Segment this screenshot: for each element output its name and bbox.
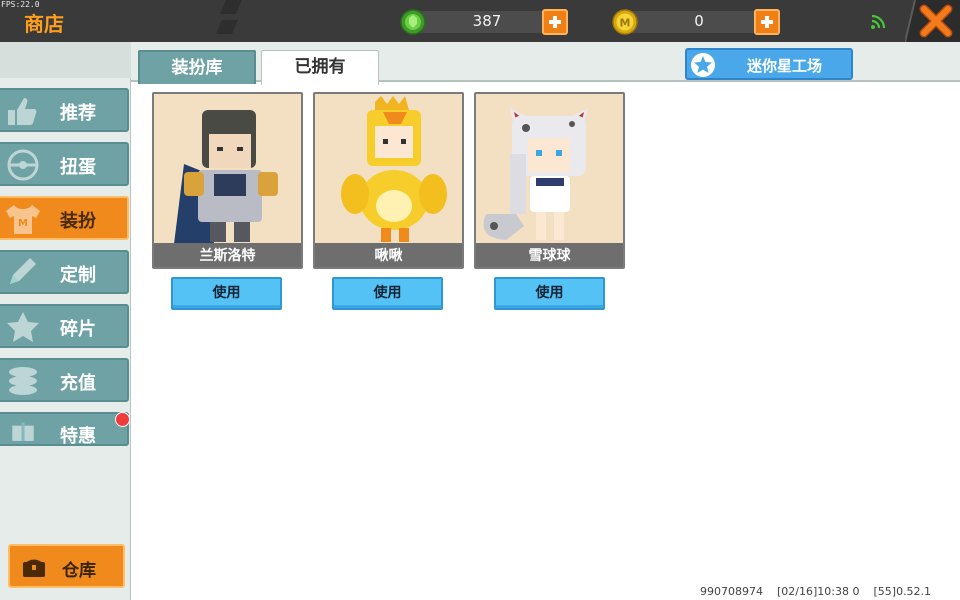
skin-card-jiujiu[interactable]: 啾啾: [313, 92, 464, 269]
fragment-icon: [7, 312, 39, 342]
sidebar-item-label: 充值: [60, 373, 96, 394]
close-icon[interactable]: [918, 3, 954, 39]
mini-bean-count: 387: [472, 12, 502, 30]
use-button-snowball[interactable]: 使用: [494, 277, 605, 310]
tab-outfit-library[interactable]: 装扮库: [138, 50, 256, 84]
skin-name: 雪球球: [528, 248, 571, 264]
knight-character-image: [154, 94, 301, 244]
sidebar-item-label: 特惠: [60, 426, 96, 447]
capsule-icon: [7, 149, 39, 181]
sidebar-item-label: 装扮: [60, 211, 96, 232]
snow-leopard-character-image: [476, 94, 623, 244]
chick-character-image: [315, 94, 462, 244]
mini-workshop-label: 迷你星工场: [747, 57, 823, 75]
add-mini-coin-button[interactable]: [754, 9, 780, 35]
tab-owned[interactable]: 已拥有: [261, 50, 379, 85]
skin-name: 兰斯洛特: [199, 248, 256, 264]
green-gem-icon: [400, 9, 426, 35]
sidebar-item-custom[interactable]: 定制: [0, 250, 129, 294]
mini-bean-balance: 387: [400, 9, 572, 35]
skin-card-lancelot[interactable]: 兰斯洛特: [152, 92, 303, 269]
status-bar: 990708974 [02/16]10:38 0 [55]0.52.1: [700, 585, 931, 598]
use-button-jiujiu[interactable]: 使用: [332, 277, 443, 310]
mini-workshop-button[interactable]: 迷你星工场: [685, 48, 853, 80]
sidebar-item-gacha[interactable]: 扭蛋: [0, 142, 129, 186]
svg-text:M: M: [18, 218, 28, 229]
use-button-lancelot[interactable]: 使用: [171, 277, 282, 310]
sidebar-item-outfit[interactable]: M 装扮: [0, 196, 129, 240]
sidebar-item-recommend[interactable]: 推荐: [0, 88, 129, 132]
add-mini-bean-button[interactable]: [542, 9, 568, 35]
sidebar-item-recharge[interactable]: 充值: [0, 358, 129, 402]
version: [55]0.52.1: [873, 585, 932, 598]
notification-badge: [115, 412, 130, 427]
wifi-icon: [871, 14, 886, 29]
coins-icon: [9, 367, 37, 395]
sidebar-item-label: 扭蛋: [60, 157, 96, 178]
pencil-icon: [10, 258, 36, 284]
warehouse-label: 仓库: [62, 561, 96, 581]
shirt-icon: M: [6, 205, 40, 234]
thumbs-up-icon: [8, 98, 37, 125]
svg-text:M: M: [620, 17, 631, 30]
user-id: 990708974: [700, 585, 763, 598]
top-bar: FPS:22.0 商店 387 M 0: [0, 0, 960, 42]
skin-card-snowball[interactable]: 雪球球: [474, 92, 625, 269]
gold-coin-icon: M: [612, 9, 638, 35]
sidebar-item-label: 碎片: [60, 319, 96, 340]
sidebar-item-label: 定制: [60, 265, 96, 286]
mini-coin-balance: M 0: [612, 9, 784, 35]
gift-icon: [12, 422, 34, 441]
star-icon: [691, 53, 715, 77]
sidebar-item-fragments[interactable]: 碎片: [0, 304, 129, 348]
sidebar-item-label: 推荐: [60, 103, 96, 124]
mini-coin-count: 0: [694, 12, 704, 30]
timestamp: [02/16]10:38 0: [777, 585, 860, 598]
sidebar-item-special-offer[interactable]: 特惠: [0, 412, 129, 447]
skin-name: 啾啾: [374, 248, 403, 264]
chest-icon: [23, 559, 45, 577]
warehouse-button[interactable]: 仓库: [8, 544, 125, 588]
page-title: 商店: [24, 12, 64, 36]
topbar-decoration: [216, 0, 242, 34]
